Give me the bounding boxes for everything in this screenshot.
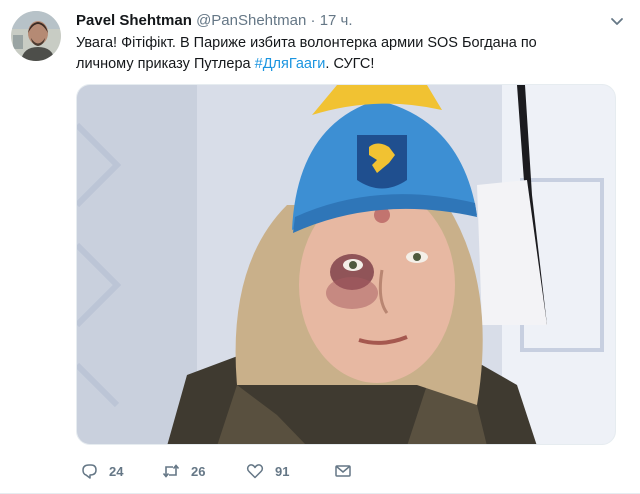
heart-icon <box>246 464 264 479</box>
author-name[interactable]: Pavel Shehtman <box>76 12 192 29</box>
retweet-button[interactable]: 26 <box>162 458 205 484</box>
like-button[interactable]: 91 <box>246 458 289 484</box>
tweet[interactable]: Pavel Shehtman @PanShehtman · 17 ч. Уваг… <box>0 0 640 494</box>
message-icon <box>335 465 351 477</box>
message-button[interactable] <box>334 458 352 484</box>
tweet-photo[interactable] <box>76 84 616 445</box>
retweet-count: 26 <box>191 463 206 479</box>
like-count: 91 <box>275 463 290 479</box>
reply-button[interactable]: 24 <box>80 458 123 484</box>
tweet-actions: 24 26 91 <box>76 458 596 484</box>
avatar-image <box>11 11 61 61</box>
hashtag-link[interactable]: #ДляГааги <box>255 56 326 72</box>
tweet-header: Pavel Shehtman @PanShehtman · 17 ч. <box>76 11 620 31</box>
avatar[interactable] <box>11 11 61 61</box>
timestamp[interactable]: 17 ч. <box>320 12 353 29</box>
reply-icon <box>82 464 97 479</box>
retweet-icon <box>162 464 180 478</box>
reply-count: 24 <box>109 463 124 479</box>
author-handle[interactable]: @PanShehtman <box>196 12 306 29</box>
chevron-down-icon[interactable] <box>610 14 624 28</box>
tweet-text: Увага! Фітіфікт. В Париже избита волонте… <box>76 33 596 75</box>
photo-image <box>77 85 615 444</box>
tweet-text-end: . СУГС! <box>325 56 375 72</box>
separator-dot: · <box>310 12 316 29</box>
